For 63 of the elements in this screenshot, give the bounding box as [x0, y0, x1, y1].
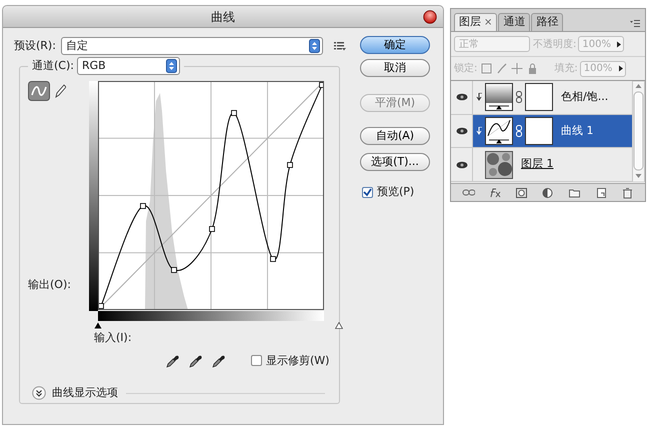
eyedropper-icon[interactable] [189, 354, 203, 368]
texture-thumbnail [485, 150, 513, 179]
dialog-button[interactable]: 取消 [360, 59, 430, 77]
fill-label: 填充: [554, 62, 578, 76]
panel-tab[interactable]: 路径 [531, 13, 564, 31]
checkmark-icon [363, 188, 372, 197]
trash-icon[interactable] [621, 186, 634, 198]
show-clipping-label: 显示修剪(W) [266, 352, 330, 368]
eyedropper-icon[interactable] [166, 354, 180, 368]
eye-icon[interactable] [456, 127, 468, 135]
input-slider-icon[interactable] [335, 322, 343, 329]
dropdown-arrows-icon [309, 39, 320, 53]
preset-label: 预设(R): [14, 38, 57, 54]
dialog-button[interactable]: 确定 [360, 36, 430, 54]
dropdown-arrows-icon [166, 59, 177, 73]
window-title: 曲线 [211, 8, 235, 26]
channel-label: 通道(C): [32, 58, 74, 74]
mask-icon[interactable] [514, 186, 528, 198]
panel-menu-icon[interactable] [629, 19, 641, 29]
input-slider-icon[interactable] [94, 322, 102, 329]
eye-icon[interactable] [456, 93, 468, 102]
tab-close-button[interactable]: × [484, 15, 492, 30]
eye-icon[interactable] [456, 160, 468, 169]
layer-row[interactable]: 色相/饱... [451, 81, 632, 115]
layer-name: 色相/饱... [561, 89, 608, 106]
panel-tab[interactable]: 图层 × [454, 13, 498, 31]
layer-row[interactable]: 图层 1 [451, 148, 632, 182]
mask-thumbnail [525, 83, 553, 112]
close-button[interactable] [423, 10, 437, 24]
layer-row[interactable]: 曲线 1 [451, 114, 632, 148]
layer-name: 图层 1 [521, 156, 554, 172]
expand-chevron-icon[interactable] [32, 386, 46, 400]
arrow-icon [616, 40, 622, 48]
pencil-icon[interactable] [54, 83, 66, 99]
half-circle-icon[interactable] [541, 186, 554, 198]
gradient-thumbnail [485, 83, 513, 112]
list-menu-icon[interactable] [334, 41, 346, 51]
mask-thumbnail [525, 117, 553, 145]
show-clipping-checkbox[interactable] [251, 355, 262, 366]
new-layer-icon[interactable] [594, 186, 608, 198]
panel-tab[interactable]: 通道 [498, 13, 530, 31]
channel-dropdown[interactable]: RGB [76, 57, 180, 75]
output-label: 输出(O): [28, 276, 72, 292]
chain-link-icon [516, 91, 522, 104]
layer-name: 曲线 1 [561, 122, 594, 139]
chain-link-icon [516, 125, 522, 137]
curve-thumbnail [485, 117, 513, 145]
scroll-bar[interactable] [632, 81, 645, 182]
fx-icon[interactable] [488, 186, 502, 198]
preset-dropdown[interactable]: 自定 [61, 37, 323, 55]
eyedropper-icon[interactable] [212, 354, 226, 368]
display-options-label: 曲线显示选项 [52, 385, 118, 401]
input-label: 输入(I): [94, 330, 132, 346]
dialog-button[interactable]: 选项(T)... [360, 153, 430, 171]
link-icon[interactable] [462, 186, 475, 198]
preview-checkbox[interactable] [362, 186, 373, 198]
arrow-icon [618, 65, 624, 72]
curve-tool-icon[interactable] [28, 81, 50, 101]
dialog-button[interactable]: 自动(A) [360, 127, 430, 145]
preview-label: 预览(P) [377, 184, 414, 200]
lock-label: 锁定: [454, 62, 478, 76]
opacity-label: 不透明度: [533, 38, 576, 52]
folder-icon[interactable] [568, 186, 582, 198]
